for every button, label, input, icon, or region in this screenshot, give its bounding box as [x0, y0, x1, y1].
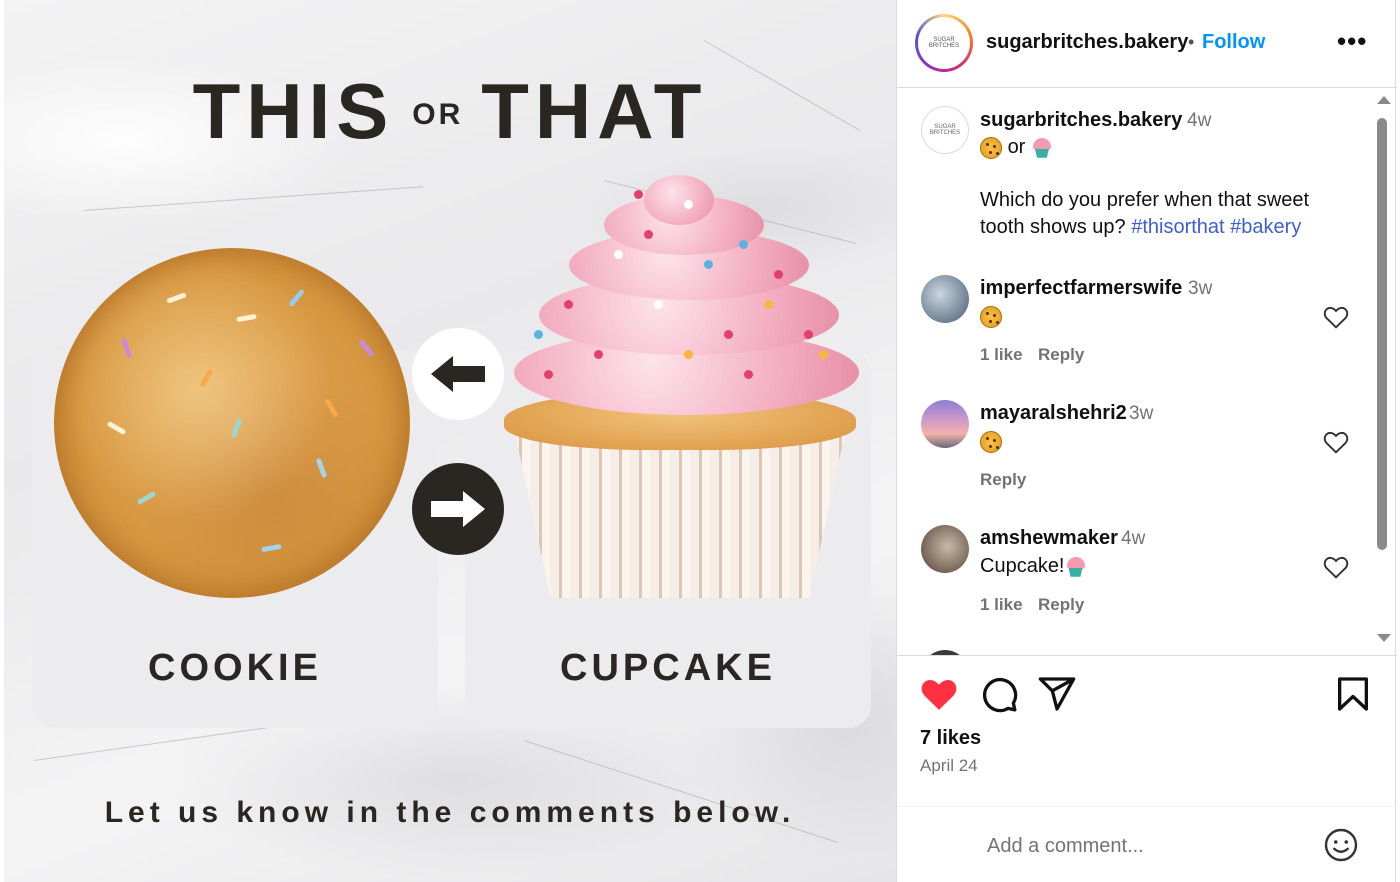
- emoji-icon[interactable]: [1323, 827, 1359, 863]
- arrow-left-icon: [412, 328, 504, 420]
- comment-avatar[interactable]: [921, 275, 969, 323]
- sprinkle: [358, 338, 375, 358]
- post-actions: 7 likes April 24: [897, 655, 1397, 775]
- cookie-emoji-icon: [980, 136, 1002, 159]
- cupcake-label: CUPCAKE: [560, 647, 776, 689]
- comment-username[interactable]: mayaralshehri2: [980, 402, 1127, 425]
- sprinkle: [236, 313, 257, 323]
- avatar-logo-text: SUGAR BRITCHES: [918, 17, 970, 69]
- marble-vein: [83, 186, 424, 211]
- heart-icon[interactable]: [1323, 555, 1349, 579]
- caption-time[interactable]: 4w: [1187, 110, 1211, 132]
- sprinkle: [106, 420, 127, 436]
- comment-username[interactable]: imperfectfarmerswife: [980, 277, 1182, 300]
- caption-or: or: [1007, 136, 1026, 158]
- comment-icon[interactable]: [979, 674, 1019, 714]
- profile-avatar[interactable]: SUGAR BRITCHES: [915, 14, 973, 72]
- cookie-image: [54, 248, 410, 598]
- sprinkle: [288, 288, 305, 308]
- scroll-up-icon[interactable]: [1377, 96, 1391, 104]
- comment-body: Cupcake!: [980, 555, 1065, 577]
- cookie-label: COOKIE: [148, 647, 322, 689]
- title-this: THIS: [192, 67, 395, 155]
- comment-username[interactable]: amshewmaker: [980, 527, 1118, 550]
- reply-button[interactable]: Reply: [1038, 595, 1084, 615]
- header-separator: •: [1188, 32, 1195, 52]
- sprinkle: [324, 398, 339, 418]
- comments-list[interactable]: SUGAR BRITCHES sugarbritches.bakery 4w or…: [897, 89, 1397, 655]
- comment-time[interactable]: 3w: [1129, 403, 1153, 425]
- comment-time[interactable]: 3w: [1188, 278, 1212, 300]
- comment-avatar[interactable]: [921, 400, 969, 448]
- bookmark-icon[interactable]: [1333, 674, 1373, 714]
- hashtag-thisorthat[interactable]: #thisorthat: [1131, 216, 1224, 238]
- follow-button[interactable]: Follow: [1202, 31, 1265, 54]
- heart-icon[interactable]: [1323, 305, 1349, 329]
- comments-scrollbar[interactable]: [1375, 96, 1391, 646]
- scroll-thumb[interactable]: [1377, 118, 1387, 550]
- sprinkle: [199, 368, 214, 388]
- post-side-panel: SUGAR BRITCHES sugarbritches.bakery • Fol…: [896, 0, 1397, 882]
- sprinkle: [230, 417, 243, 439]
- post-title: THIS OR THAT: [4, 66, 896, 157]
- sprinkle: [315, 457, 328, 479]
- reply-button[interactable]: Reply: [1038, 345, 1084, 365]
- comment-text: [980, 428, 1002, 455]
- arrow-right-icon: [412, 463, 504, 555]
- comment-text: Cupcake!: [980, 553, 1087, 580]
- reply-button[interactable]: Reply: [980, 470, 1026, 490]
- heart-icon[interactable]: [1323, 430, 1349, 454]
- cupcake-emoji-icon: [1065, 556, 1087, 578]
- comment-time[interactable]: 4w: [1121, 528, 1145, 550]
- post-image-caption: Let us know in the comments below.: [104, 796, 796, 829]
- comment-avatar[interactable]: [921, 525, 969, 573]
- header-username[interactable]: sugarbritches.bakery: [986, 31, 1188, 54]
- comment-text: [980, 303, 1002, 330]
- scroll-down-icon[interactable]: [1377, 634, 1391, 642]
- caption-text: Which do you prefer when that sweet toot…: [980, 187, 1350, 241]
- likes-count[interactable]: 7 likes: [920, 727, 981, 750]
- title-that: THAT: [481, 67, 708, 155]
- caption-avatar[interactable]: SUGAR BRITCHES: [921, 106, 969, 154]
- post-image[interactable]: THIS OR THAT COOKIE CUPCAKE Let us know …: [4, 0, 896, 882]
- caption-username[interactable]: sugarbritches.bakery: [980, 109, 1182, 132]
- heart-icon[interactable]: [919, 674, 959, 714]
- sprinkle: [136, 490, 157, 506]
- instagram-post-view: THIS OR THAT COOKIE CUPCAKE Let us know …: [0, 0, 1400, 882]
- sprinkle: [166, 292, 187, 304]
- cookie-emoji-icon: [980, 305, 1002, 328]
- title-or: OR: [412, 98, 464, 131]
- cookie-emoji-icon: [980, 430, 1002, 453]
- add-comment-input[interactable]: [987, 831, 1307, 861]
- add-comment-bar: [897, 806, 1397, 882]
- post-header: SUGAR BRITCHES sugarbritches.bakery • Fol…: [897, 0, 1397, 88]
- sprinkle: [120, 337, 133, 359]
- comment-likes[interactable]: 1 like: [980, 595, 1023, 615]
- post-date: April 24: [920, 756, 978, 775]
- share-icon[interactable]: [1037, 674, 1077, 714]
- cupcake-emoji-icon: [1031, 137, 1053, 159]
- sprinkle: [261, 543, 282, 553]
- more-icon[interactable]: •••: [1337, 26, 1367, 57]
- comment-likes[interactable]: 1 like: [980, 345, 1023, 365]
- caption-emoji-line: or: [980, 134, 1053, 161]
- hashtag-bakery[interactable]: #bakery: [1230, 216, 1301, 238]
